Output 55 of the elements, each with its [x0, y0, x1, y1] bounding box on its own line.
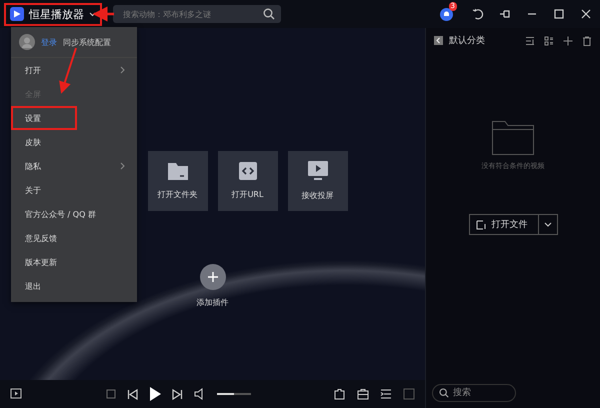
playlist-icon[interactable]	[10, 388, 22, 400]
file-icon	[476, 220, 486, 230]
previous-icon[interactable]	[126, 388, 138, 400]
menu-item[interactable]: 打开	[11, 58, 137, 82]
refresh-icon[interactable]	[472, 8, 484, 20]
chevron-right-icon	[120, 66, 125, 74]
search-field[interactable]: 搜索动物：邓布利多之谜	[113, 5, 281, 23]
fullscreen-icon[interactable]	[403, 388, 415, 400]
stop-icon[interactable]	[106, 389, 116, 399]
menu-item[interactable]: 意见反馈	[11, 226, 137, 250]
app-menu-button[interactable]: 恒星播放器	[4, 2, 102, 26]
list-icon[interactable]	[380, 388, 392, 400]
search-icon	[263, 8, 275, 20]
menu-item[interactable]: 退出	[11, 274, 137, 298]
chevron-down-icon	[89, 12, 96, 16]
add-plugin-button[interactable]	[200, 264, 226, 290]
menu-item[interactable]: 设置	[11, 106, 77, 130]
folder-icon	[168, 162, 188, 180]
chevron-down-icon	[544, 222, 552, 227]
close-icon[interactable]	[580, 8, 592, 20]
volume-icon[interactable]	[194, 388, 206, 400]
grid-view-icon[interactable]	[544, 36, 554, 46]
action-tile[interactable]: 打开URL	[218, 151, 278, 211]
next-icon[interactable]	[172, 388, 182, 400]
play-logo-icon	[10, 7, 24, 21]
add-plugin-label: 添加插件	[196, 297, 228, 308]
add-icon[interactable]	[563, 36, 573, 46]
panel-search-field[interactable]: 搜索	[432, 384, 516, 402]
notification-icon[interactable]	[440, 8, 453, 20]
annotation-arrow	[92, 6, 114, 22]
action-tile[interactable]: 接收投屏	[288, 151, 348, 211]
search-icon	[439, 388, 449, 398]
annotation-arrow	[59, 48, 77, 94]
avatar-icon	[19, 34, 35, 50]
folder-outline-icon	[492, 121, 534, 155]
menu-item[interactable]: 版本更新	[11, 250, 137, 274]
action-tile[interactable]: 打开文件夹	[148, 151, 208, 211]
maximize-icon[interactable]	[553, 8, 565, 20]
sort-icon[interactable]	[525, 36, 535, 46]
puzzle-icon[interactable]	[334, 388, 346, 400]
trash-icon[interactable]	[582, 36, 592, 46]
menu-item[interactable]: 关于	[11, 178, 137, 202]
category-title: 默认分类	[449, 34, 485, 47]
menu-item[interactable]: 皮肤	[11, 130, 137, 154]
pin-icon[interactable]	[499, 8, 511, 20]
screen-play-icon	[308, 161, 328, 181]
collapse-icon[interactable]	[434, 36, 443, 45]
link-icon	[238, 162, 256, 180]
plus-icon	[208, 272, 218, 282]
play-icon[interactable]	[148, 387, 160, 401]
toolbox-icon[interactable]	[357, 388, 369, 400]
menu-item[interactable]: 隐私	[11, 154, 137, 178]
chevron-right-icon	[120, 162, 125, 170]
menu-item[interactable]: 官方公众号 / QQ 群	[11, 202, 137, 226]
sync-settings-label[interactable]: 同步系统配置	[63, 36, 111, 48]
